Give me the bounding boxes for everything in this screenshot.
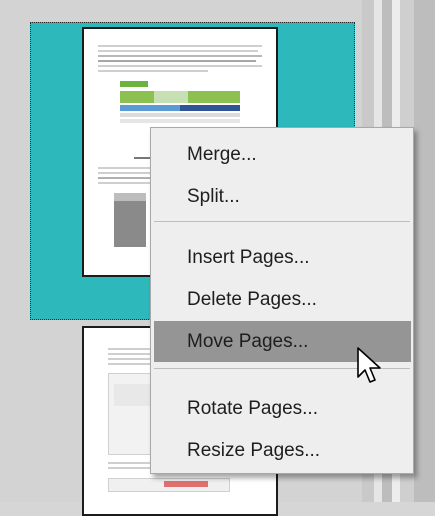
menu-item-insert-pages[interactable]: Insert Pages... bbox=[154, 237, 411, 278]
menu-item-merge[interactable]: Merge... bbox=[154, 134, 411, 175]
menu-item-rotate-pages[interactable]: Rotate Pages... bbox=[154, 388, 411, 429]
context-menu: Merge... Split... Insert Pages... Delete… bbox=[150, 127, 414, 474]
arrow-cursor-icon bbox=[357, 347, 381, 383]
menu-item-split[interactable]: Split... bbox=[154, 176, 411, 217]
menu-item-resize-pages[interactable]: Resize Pages... bbox=[154, 430, 411, 471]
menu-separator bbox=[154, 221, 410, 222]
menu-item-delete-pages[interactable]: Delete Pages... bbox=[154, 279, 411, 320]
